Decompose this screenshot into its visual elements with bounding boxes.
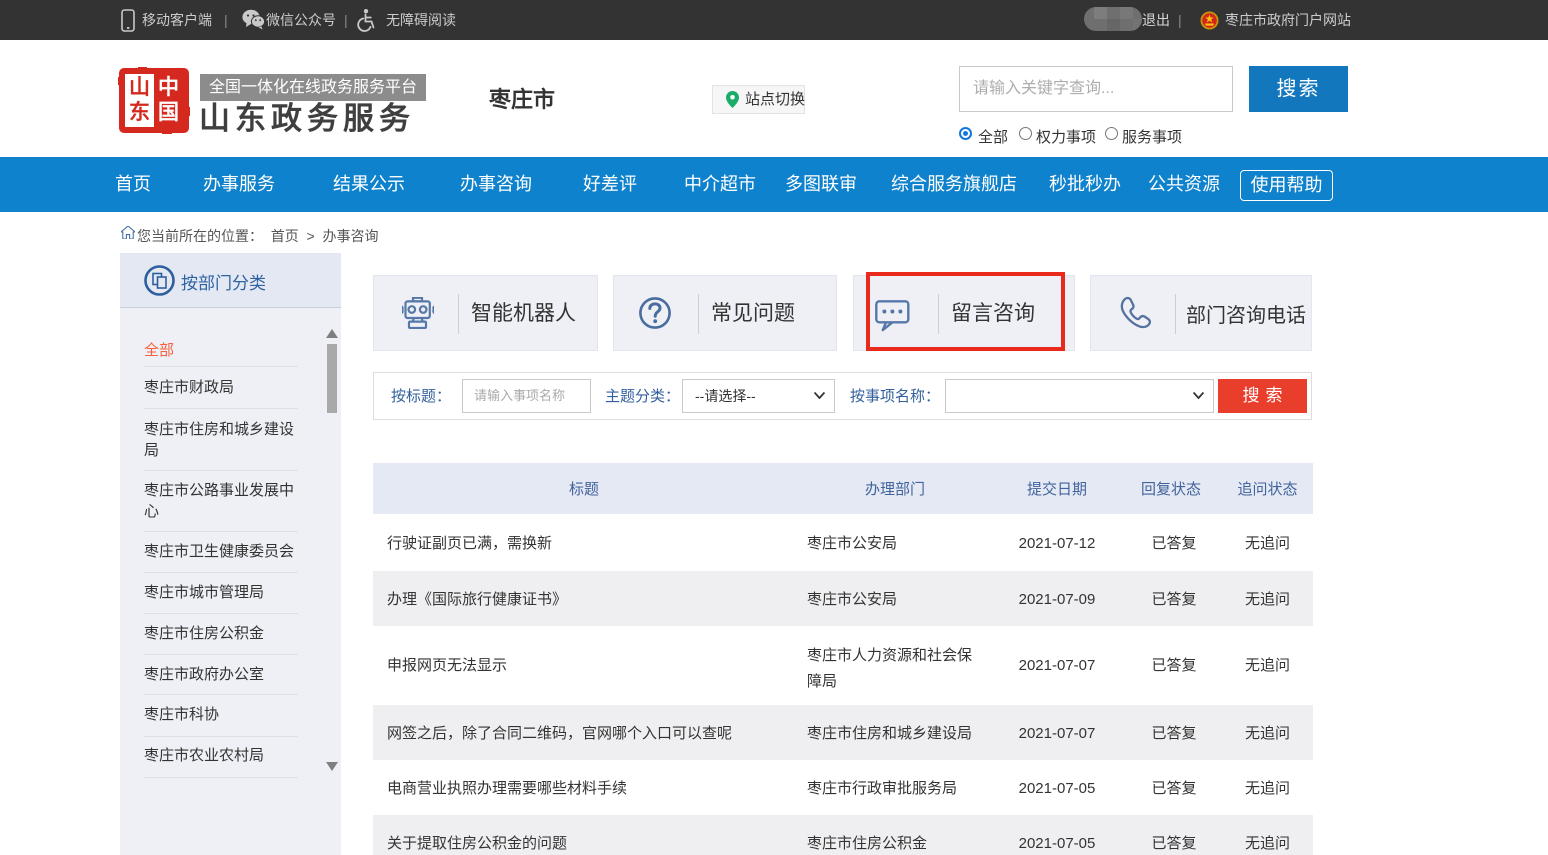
svg-text:东: 东 <box>129 100 150 124</box>
svg-text:山: 山 <box>129 76 150 99</box>
svg-text:国: 国 <box>158 101 179 124</box>
svg-text:中: 中 <box>158 76 179 99</box>
